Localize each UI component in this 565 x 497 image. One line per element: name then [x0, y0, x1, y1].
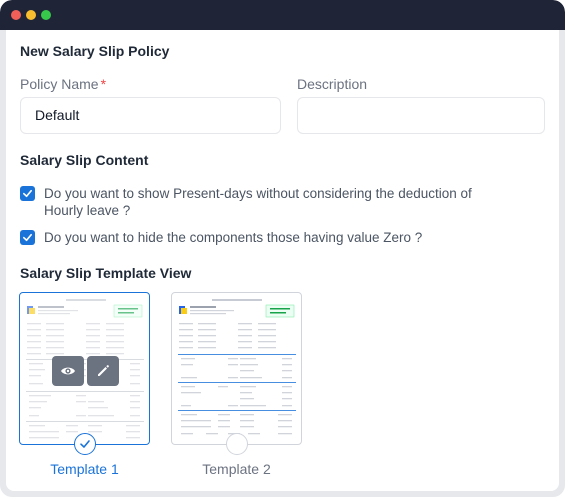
content-section-title: Salary Slip Content: [20, 152, 149, 168]
policy-name-input[interactable]: Default: [20, 97, 281, 134]
template-section-title: Salary Slip Template View: [20, 265, 192, 281]
template-1-label[interactable]: Template 1: [19, 461, 150, 477]
template-2-preview: [178, 299, 296, 435]
minimize-window-button[interactable]: [26, 10, 36, 20]
eye-icon: [61, 367, 75, 375]
check-icon: [23, 189, 32, 198]
template-1-hover-overlay: [20, 293, 149, 444]
policy-form-panel: New Salary Slip Policy Policy Name * Defa…: [6, 30, 559, 491]
hide-zero-option-text: Do you want to hide the components those…: [44, 230, 423, 245]
template-2-select-indicator[interactable]: [226, 433, 248, 455]
template-1-selected-indicator[interactable]: [74, 433, 96, 455]
edit-template-1-button[interactable]: [87, 356, 119, 386]
option-present-days: Do you want to show Present-days without…: [20, 185, 494, 219]
template-2-card[interactable]: [171, 292, 302, 445]
policy-name-label: Policy Name *: [20, 76, 107, 92]
view-template-1-button[interactable]: [52, 356, 84, 386]
app-window: New Salary Slip Policy Policy Name * Defa…: [0, 0, 565, 497]
present-days-checkbox[interactable]: [20, 186, 35, 201]
template-1-card[interactable]: [19, 292, 150, 445]
close-window-button[interactable]: [11, 10, 21, 20]
description-label: Description: [297, 76, 368, 92]
option-hide-zero: Do you want to hide the components those…: [20, 229, 494, 246]
maximize-window-button[interactable]: [41, 10, 51, 20]
present-days-option-text: Do you want to show Present-days without…: [44, 186, 472, 218]
page-title: New Salary Slip Policy: [20, 43, 170, 59]
description-input[interactable]: [297, 97, 545, 134]
template-2-label[interactable]: Template 2: [171, 461, 302, 477]
check-icon: [80, 440, 90, 448]
hide-zero-checkbox[interactable]: [20, 230, 35, 245]
required-marker: *: [100, 76, 107, 92]
check-icon: [23, 233, 32, 242]
window-titlebar: [0, 0, 565, 30]
pencil-icon: [98, 365, 109, 376]
